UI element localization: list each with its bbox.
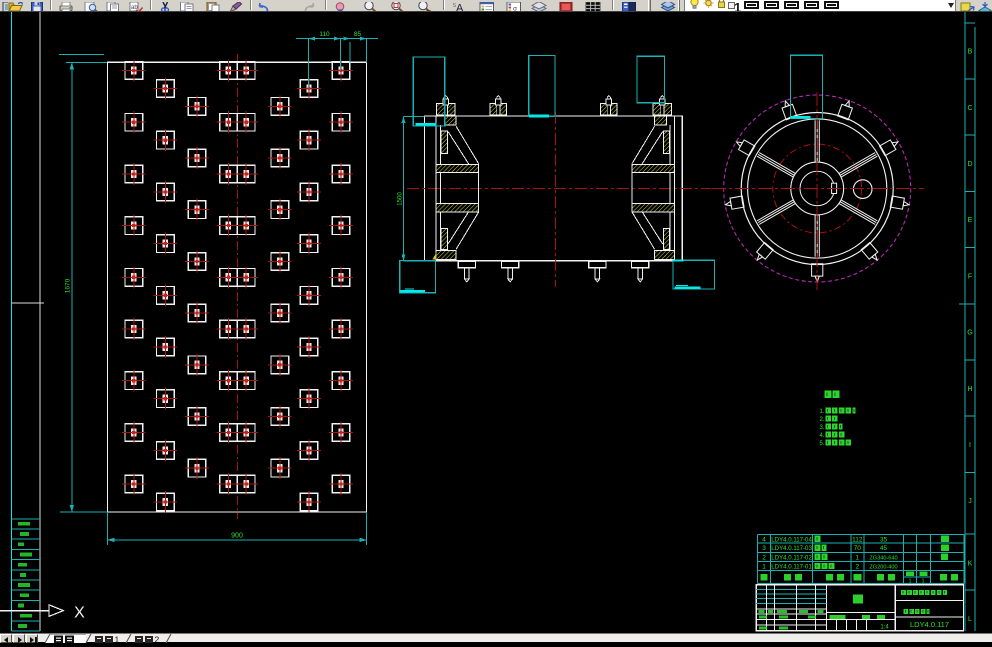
svg-text:E: E [968, 217, 973, 224]
svg-text:G: G [967, 330, 972, 337]
svg-text:85: 85 [354, 31, 362, 38]
svg-text:C: C [967, 105, 972, 112]
svg-text:3.: 3. [820, 425, 825, 431]
svg-text:F: F [968, 273, 972, 280]
svg-text:112: 112 [852, 536, 863, 543]
svg-text:X: X [74, 605, 85, 622]
svg-text:1: 1 [921, 578, 924, 584]
svg-text:A: A [456, 3, 464, 12]
svg-text:LDY4.0.117-04: LDY4.0.117-04 [771, 536, 812, 543]
svg-text:I: I [969, 442, 971, 449]
svg-text:2.: 2. [820, 417, 825, 423]
svg-text:2: 2 [855, 563, 859, 570]
svg-text:1: 1 [762, 563, 766, 570]
svg-text:ab: ab [131, 5, 138, 11]
svg-text:4.: 4. [820, 433, 825, 439]
svg-text:L: L [968, 616, 972, 623]
svg-text:LDY4.0.117-03: LDY4.0.117-03 [771, 545, 812, 552]
svg-text:ZG340-640: ZG340-640 [869, 555, 897, 561]
svg-text:1500: 1500 [398, 192, 404, 206]
svg-text:K: K [968, 561, 973, 568]
svg-text:1.: 1. [820, 409, 825, 415]
svg-text:1:4: 1:4 [880, 625, 889, 631]
svg-text:S: S [453, 3, 457, 9]
svg-text:35: 35 [880, 536, 888, 543]
svg-text:70: 70 [854, 545, 862, 552]
svg-text:5.: 5. [820, 441, 825, 447]
svg-text:1: 1 [855, 554, 859, 561]
svg-text:LDY4.0.117-02: LDY4.0.117-02 [771, 554, 812, 561]
svg-text:1: 1 [908, 578, 911, 584]
svg-text:B: B [968, 49, 973, 56]
svg-text:ZG200-400: ZG200-400 [869, 564, 897, 570]
svg-text:σ: σ [513, 6, 517, 12]
svg-text:LDY4.0.117: LDY4.0.117 [910, 620, 949, 629]
svg-text:4: 4 [762, 536, 766, 543]
svg-text:2: 2 [762, 554, 766, 561]
svg-text:1670: 1670 [65, 278, 72, 293]
svg-text:3: 3 [762, 545, 766, 552]
svg-text:J: J [968, 498, 972, 505]
svg-text:LDY4.0.117-01: LDY4.0.117-01 [771, 563, 812, 570]
svg-text:H: H [967, 386, 972, 393]
svg-text:900: 900 [231, 533, 243, 540]
svg-text:45: 45 [880, 545, 888, 552]
svg-text:D: D [967, 161, 972, 168]
svg-text:110: 110 [319, 31, 330, 38]
